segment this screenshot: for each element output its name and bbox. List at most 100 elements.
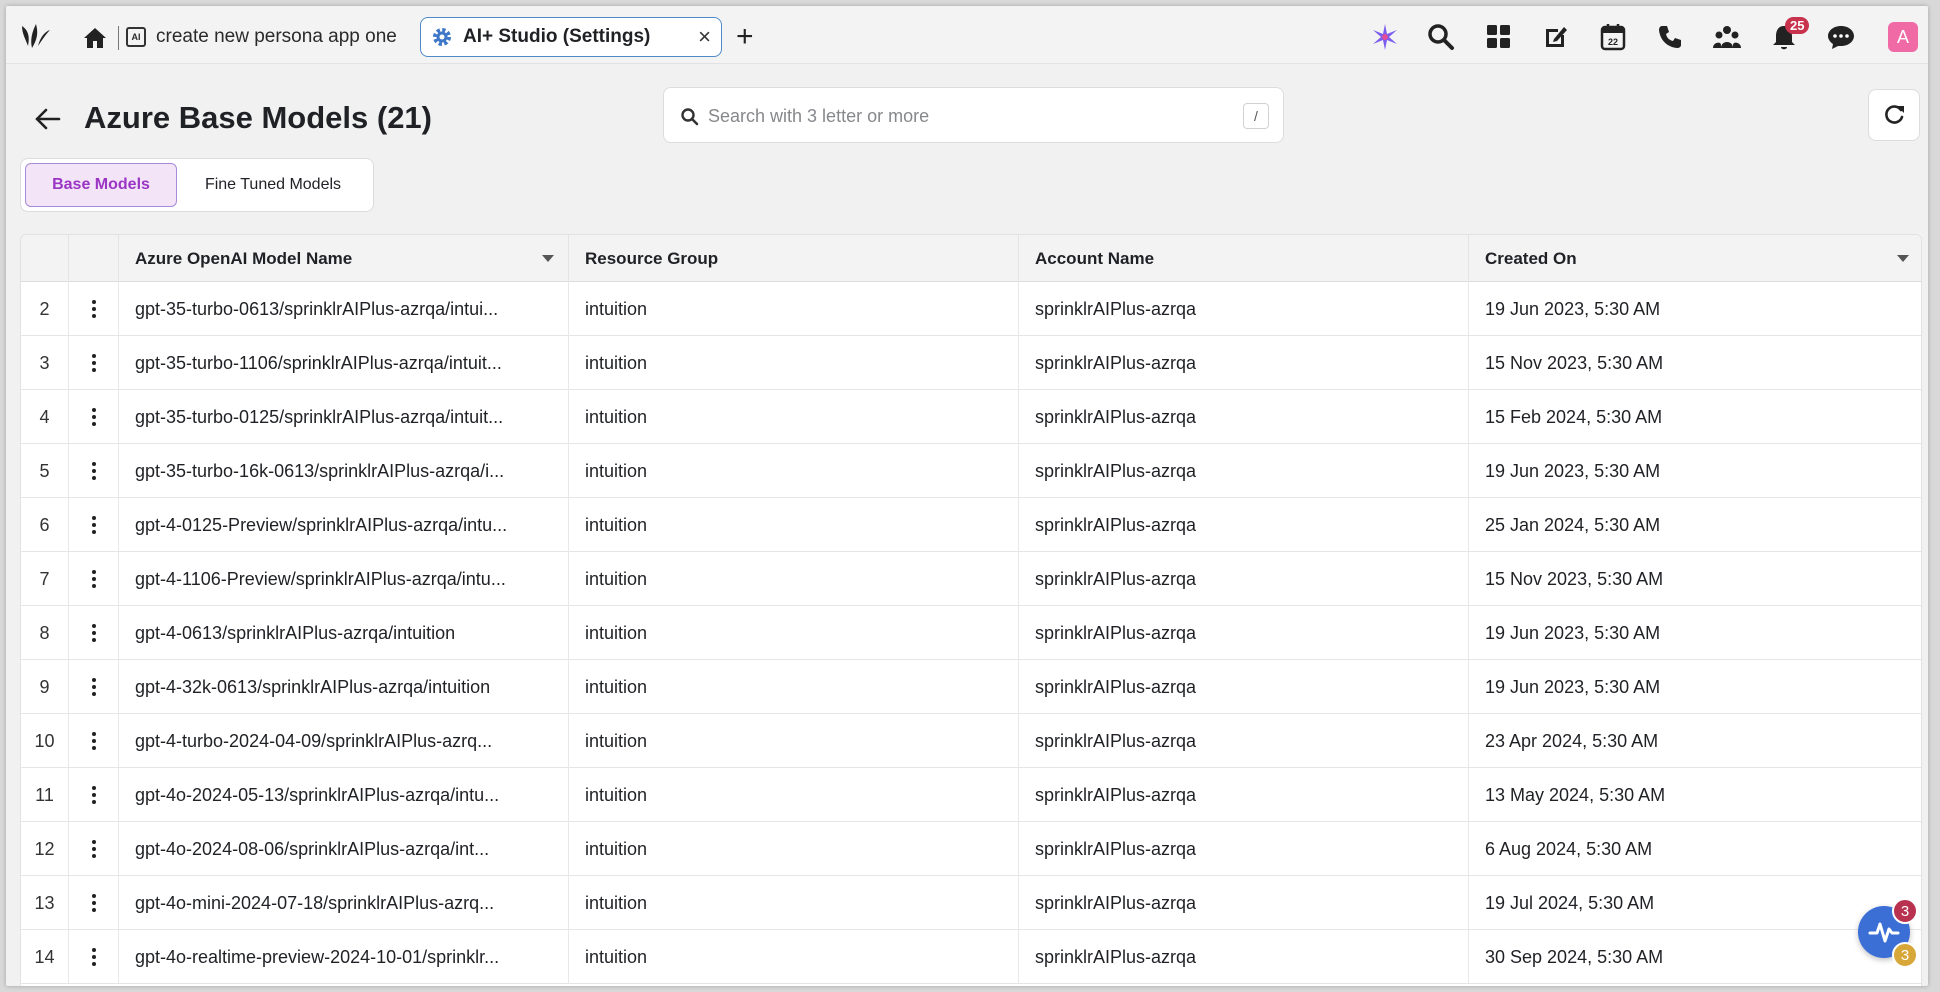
sort-dropdown-icon[interactable]: [1897, 255, 1909, 262]
model-name-cell[interactable]: gpt-35-turbo-0125/sprinklrAIPlus-azrqa/i…: [119, 390, 569, 444]
fine-tuned-models-tab[interactable]: Fine Tuned Models: [183, 163, 363, 207]
more-vertical-icon: [91, 678, 96, 696]
created-on-cell: 15 Nov 2023, 5:30 AM: [1485, 568, 1664, 589]
table-row[interactable]: 3 gpt-35-turbo-1106/sprinklrAIPlus-azrqa/…: [21, 336, 1921, 390]
row-actions-menu[interactable]: [69, 444, 119, 498]
svg-text:22: 22: [1608, 37, 1618, 47]
account-name-cell: sprinklrAIPlus-azrqa: [1019, 444, 1469, 498]
back-arrow-icon[interactable]: [32, 106, 62, 132]
account-name-cell: sprinklrAIPlus-azrqa: [1019, 498, 1469, 552]
row-actions-menu[interactable]: [69, 390, 119, 444]
team-icon[interactable]: [1710, 20, 1744, 54]
table-row[interactable]: 11 gpt-4o-2024-05-13/sprinklrAIPlus-azrqa…: [21, 768, 1921, 822]
sprinklr-logo-icon[interactable]: [18, 22, 54, 50]
table-row[interactable]: 7 gpt-4-1106-Preview/sprinklrAIPlus-azrqa…: [21, 552, 1921, 606]
tab-label: AI+ Studio (Settings): [463, 26, 651, 47]
table-row[interactable]: 14 gpt-4o-realtime-preview-2024-10-01/spr…: [21, 930, 1921, 984]
row-actions-menu[interactable]: [69, 876, 119, 930]
search-shortcut-hint: /: [1243, 103, 1269, 129]
row-number: 4: [21, 390, 69, 444]
account-name-cell: sprinklrAIPlus-azrqa: [1019, 876, 1469, 930]
row-actions-menu[interactable]: [69, 552, 119, 606]
more-vertical-icon: [91, 354, 96, 372]
row-number: 5: [21, 444, 69, 498]
activity-widget-button[interactable]: 3 3: [1858, 898, 1918, 968]
phone-icon[interactable]: [1653, 20, 1687, 54]
row-number: 13: [21, 876, 69, 930]
model-name-cell[interactable]: gpt-4-0125-Preview/sprinklrAIPlus-azrqa/…: [119, 498, 569, 552]
row-number: 7: [21, 552, 69, 606]
account-name-cell: sprinklrAIPlus-azrqa: [1019, 822, 1469, 876]
table-row[interactable]: 8 gpt-4-0613/sprinklrAIPlus-azrqa/intuiti…: [21, 606, 1921, 660]
home-icon[interactable]: [82, 26, 108, 50]
table-row[interactable]: 5 gpt-35-turbo-16k-0613/sprinklrAIPlus-az…: [21, 444, 1921, 498]
row-actions-menu[interactable]: [69, 660, 119, 714]
column-header-resource-group[interactable]: Resource Group: [569, 235, 1019, 282]
row-number: 14: [21, 930, 69, 984]
new-tab-button[interactable]: +: [736, 22, 754, 52]
table-row[interactable]: 9 gpt-4-32k-0613/sprinklrAIPlus-azrqa/int…: [21, 660, 1921, 714]
more-vertical-icon: [91, 570, 96, 588]
chat-icon[interactable]: [1824, 20, 1858, 54]
app-window: AI create new persona app one AI+ Studio…: [6, 6, 1928, 986]
widget-badge-top: 3: [1892, 898, 1918, 924]
tab-create-persona[interactable]: AI create new persona app one: [126, 22, 416, 52]
base-models-tab[interactable]: Base Models: [25, 163, 177, 207]
page-title: Azure Base Models (21): [84, 100, 432, 135]
row-actions-menu[interactable]: [69, 822, 119, 876]
row-actions-menu[interactable]: [69, 336, 119, 390]
model-name-cell[interactable]: gpt-4-0613/sprinklrAIPlus-azrqa/intuitio…: [119, 606, 569, 660]
table-row[interactable]: 10 gpt-4-turbo-2024-04-09/sprinklrAIPlus-…: [21, 714, 1921, 768]
row-actions-menu[interactable]: [69, 930, 119, 984]
user-avatar[interactable]: A: [1888, 22, 1918, 52]
notifications-bell-icon[interactable]: 25: [1767, 17, 1810, 54]
resource-group-cell: intuition: [569, 822, 1019, 876]
row-actions-menu[interactable]: [69, 714, 119, 768]
resource-group-cell: intuition: [569, 660, 1019, 714]
model-name-cell[interactable]: gpt-4o-2024-05-13/sprinklrAIPlus-azrqa/i…: [119, 768, 569, 822]
sort-dropdown-icon[interactable]: [542, 255, 554, 262]
row-actions-menu[interactable]: [69, 498, 119, 552]
search-icon: [681, 108, 699, 126]
model-name-cell[interactable]: gpt-35-turbo-16k-0613/sprinklrAIPlus-azr…: [119, 444, 569, 498]
model-name-cell[interactable]: gpt-4-32k-0613/sprinklrAIPlus-azrqa/intu…: [119, 660, 569, 714]
column-header-created-on[interactable]: Created On: [1469, 235, 1921, 282]
close-tab-icon[interactable]: ×: [698, 24, 711, 50]
table-row[interactable]: 6 gpt-4-0125-Preview/sprinklrAIPlus-azrqa…: [21, 498, 1921, 552]
table-row[interactable]: 13 gpt-4o-mini-2024-07-18/sprinklrAIPlus-…: [21, 876, 1921, 930]
tab-divider: [118, 26, 119, 50]
resource-group-cell: intuition: [569, 606, 1019, 660]
grid-apps-icon[interactable]: [1482, 20, 1516, 54]
created-on-cell: 19 Jun 2023, 5:30 AM: [1485, 676, 1661, 697]
row-number: 9: [21, 660, 69, 714]
calendar-icon[interactable]: 22: [1596, 20, 1630, 54]
model-name-cell[interactable]: gpt-35-turbo-0613/sprinklrAIPlus-azrqa/i…: [119, 282, 569, 336]
notification-count-badge: 25: [1785, 17, 1810, 34]
compose-icon[interactable]: [1539, 20, 1573, 54]
created-on-cell: 23 Apr 2024, 5:30 AM: [1485, 730, 1659, 751]
column-header-model-name[interactable]: Azure OpenAI Model Name: [119, 235, 569, 282]
model-name-cell[interactable]: gpt-4-turbo-2024-04-09/sprinklrAIPlus-az…: [119, 714, 569, 768]
row-actions-menu[interactable]: [69, 282, 119, 336]
table-row[interactable]: 12 gpt-4o-2024-08-06/sprinklrAIPlus-azrqa…: [21, 822, 1921, 876]
refresh-button[interactable]: [1868, 89, 1920, 141]
search-icon[interactable]: [1424, 20, 1458, 54]
row-actions-menu[interactable]: [69, 606, 119, 660]
model-name-cell[interactable]: gpt-4o-realtime-preview-2024-10-01/sprin…: [119, 930, 569, 984]
row-actions-menu[interactable]: [69, 768, 119, 822]
tab-ai-studio-settings[interactable]: AI+ Studio (Settings) ×: [420, 17, 722, 57]
model-name-cell[interactable]: gpt-4-1106-Preview/sprinklrAIPlus-azrqa/…: [119, 552, 569, 606]
account-name-cell: sprinklrAIPlus-azrqa: [1019, 930, 1469, 984]
table-row[interactable]: 2 gpt-35-turbo-0613/sprinklrAIPlus-azrqa/…: [21, 282, 1921, 336]
model-name-cell[interactable]: gpt-35-turbo-1106/sprinklrAIPlus-azrqa/i…: [119, 336, 569, 390]
column-header-account-name[interactable]: Account Name: [1019, 235, 1469, 282]
row-number: 8: [21, 606, 69, 660]
table-row[interactable]: 4 gpt-35-turbo-0125/sprinklrAIPlus-azrqa/…: [21, 390, 1921, 444]
model-name-cell[interactable]: gpt-4o-2024-08-06/sprinklrAIPlus-azrqa/i…: [119, 822, 569, 876]
actions-header: [69, 235, 119, 282]
more-vertical-icon: [91, 732, 96, 750]
model-name-cell[interactable]: gpt-4o-mini-2024-07-18/sprinklrAIPlus-az…: [119, 876, 569, 930]
account-name-cell: sprinklrAIPlus-azrqa: [1019, 390, 1469, 444]
search-input[interactable]: [708, 100, 1208, 132]
ai-sparkle-icon[interactable]: [1368, 20, 1402, 54]
